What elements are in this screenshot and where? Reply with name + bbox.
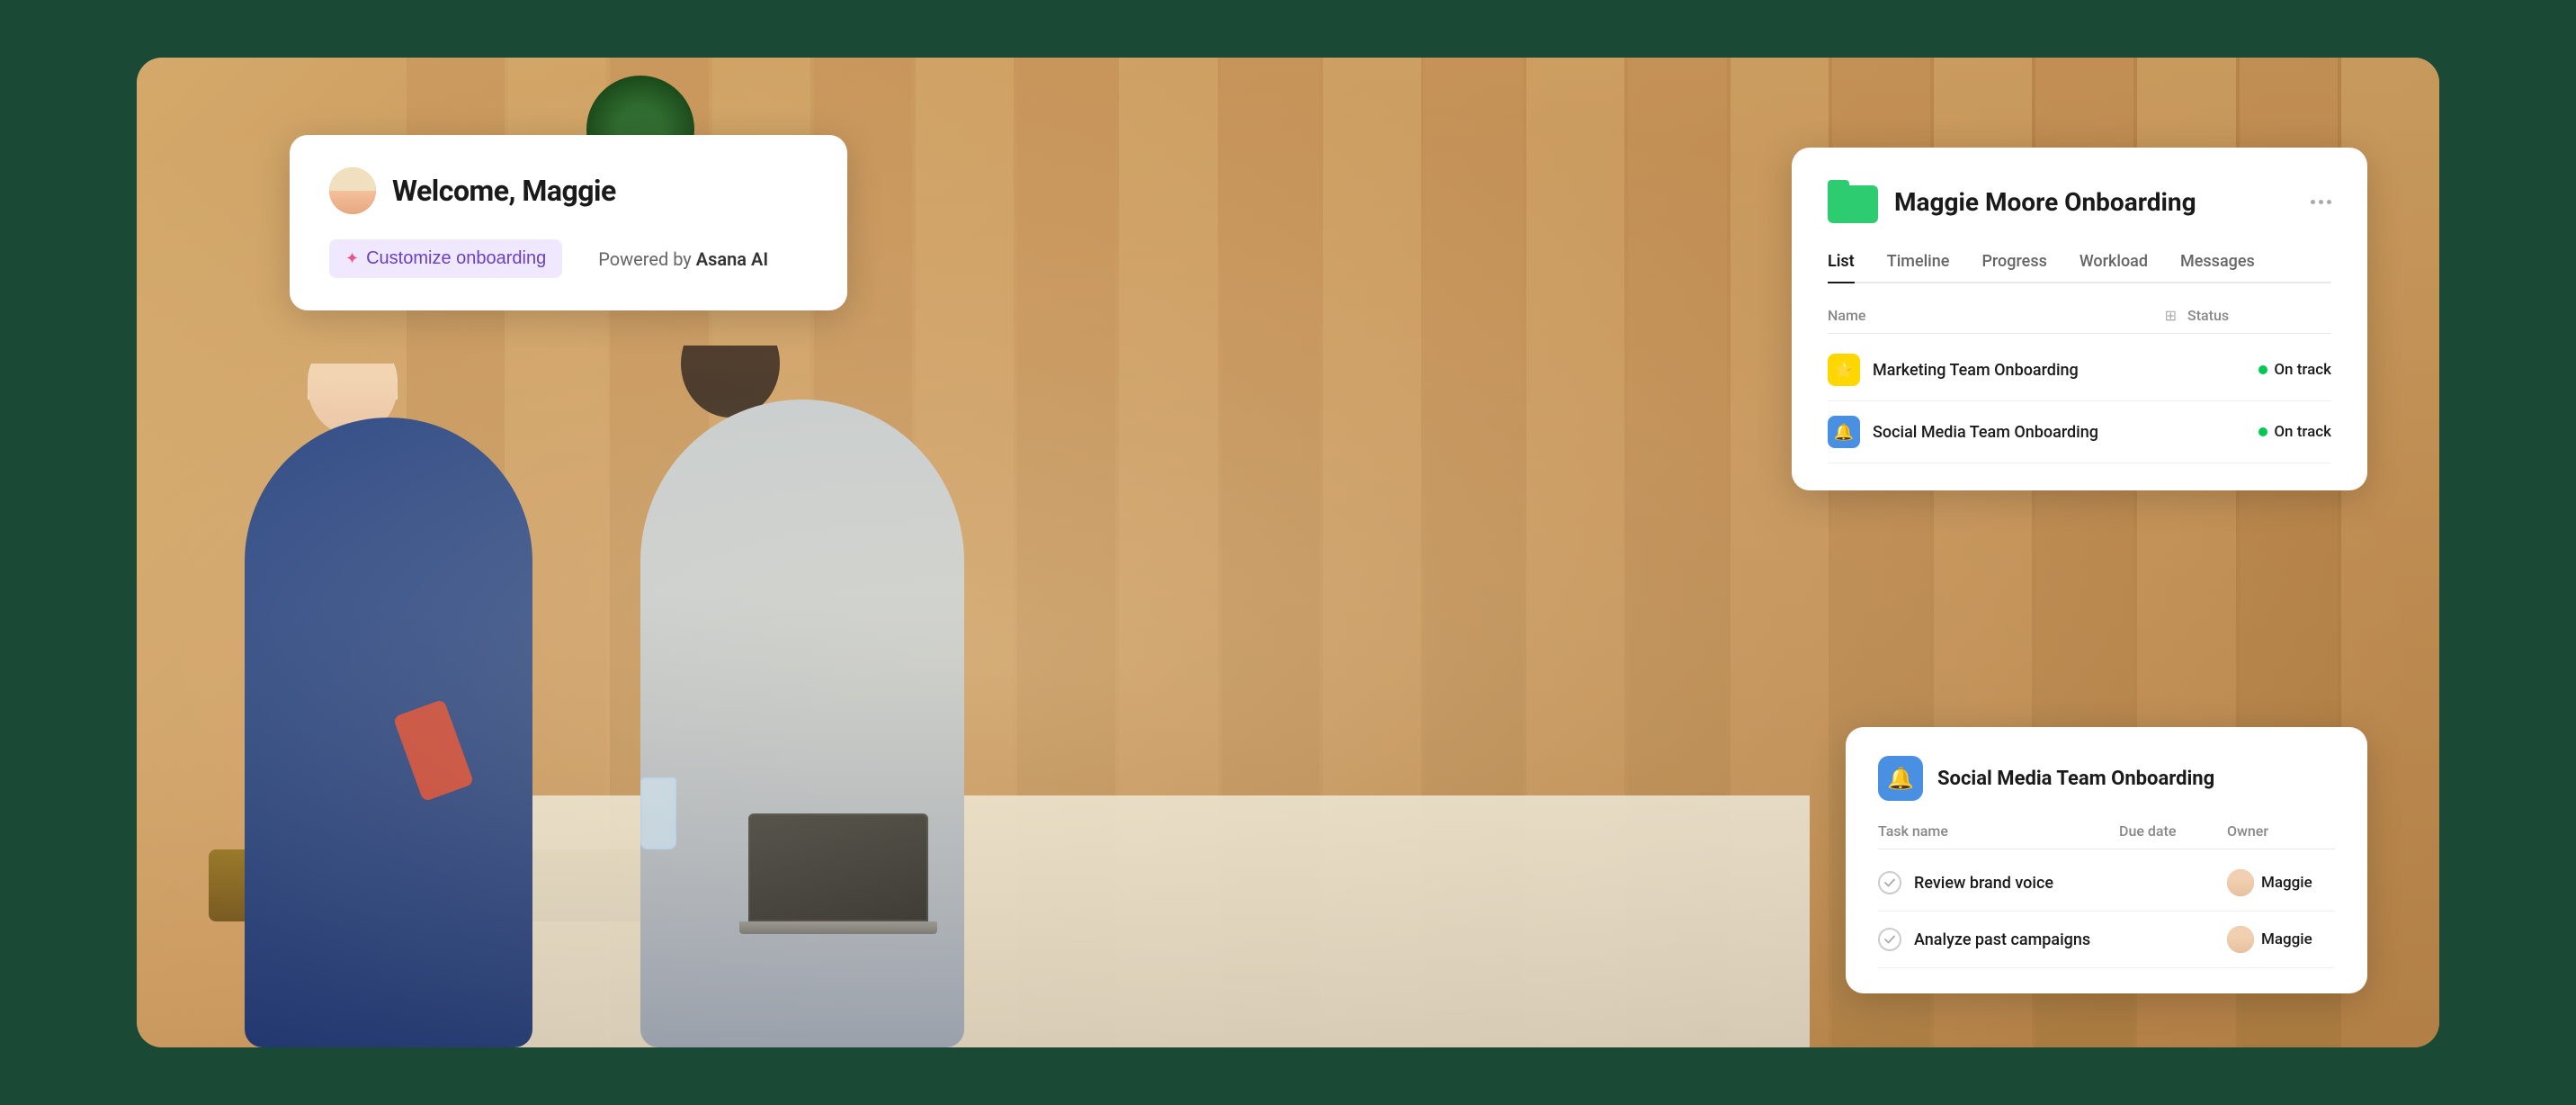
status-badge-on-track-2: On track (2258, 423, 2331, 441)
col-name-header: Name (1828, 307, 2165, 324)
task-row[interactable]: Analyze past campaigns Maggie (1878, 912, 2335, 968)
row-icon-marketing: ⭐ (1828, 354, 1860, 386)
task-name: Review brand voice (1914, 874, 2119, 893)
task-card-header: 🔔 Social Media Team Onboarding (1878, 756, 2335, 801)
sparkle-icon: ✦ (345, 249, 359, 268)
folder-body (1828, 185, 1878, 223)
glass-prop (640, 777, 676, 849)
task-check-icon[interactable] (1878, 871, 1901, 894)
row-label: Marketing Team Onboarding (1873, 361, 2258, 380)
welcome-card: Welcome, Maggie ✦ Customize onboarding P… (290, 135, 847, 310)
folder-icon (1828, 180, 1878, 223)
task-col-owner-header: Owner (2227, 822, 2335, 840)
owner-avatar (2227, 869, 2254, 896)
task-check-icon[interactable] (1878, 928, 1901, 951)
welcome-actions: ✦ Customize onboarding Powered by Asana … (329, 239, 808, 278)
avatar-face (329, 167, 376, 214)
tabs-row: List Timeline Progress Workload Messages (1828, 245, 2331, 283)
more-options-button[interactable] (2311, 200, 2331, 204)
onboarding-card-header: Maggie Moore Onboarding (1828, 180, 2331, 223)
customize-label: Customize onboarding (366, 248, 546, 269)
status-dot (2258, 427, 2267, 436)
avatar-hair (329, 167, 376, 191)
task-col-name-header: Task name (1878, 822, 2119, 840)
task-columns-header: Task name Due date Owner (1878, 822, 2335, 849)
tab-timeline[interactable]: Timeline (1871, 245, 1966, 282)
tab-list[interactable]: List (1828, 245, 1871, 282)
owner-name: Maggie (2261, 930, 2312, 948)
col-status-header: Status (2187, 307, 2331, 324)
row-label: Social Media Team Onboarding (1873, 423, 2258, 442)
task-card-icon: 🔔 (1878, 756, 1923, 801)
onboarding-card: Maggie Moore Onboarding List Timeline Pr… (1792, 148, 2367, 490)
main-container: Welcome, Maggie ✦ Customize onboarding P… (137, 58, 2439, 1047)
table-row[interactable]: ⭐ Marketing Team Onboarding On track (1828, 339, 2331, 401)
onboarding-title: Maggie Moore Onboarding (1894, 187, 2196, 217)
status-text: On track (2274, 423, 2331, 441)
dot (2319, 200, 2323, 204)
task-col-due-header: Due date (2119, 822, 2227, 840)
task-row[interactable]: Review brand voice Maggie (1878, 855, 2335, 912)
tab-messages[interactable]: Messages (2164, 245, 2271, 282)
person-left (209, 364, 586, 1047)
tab-workload[interactable]: Workload (2063, 245, 2164, 282)
row-icon-social: 🔔 (1828, 416, 1860, 448)
owner-avatar (2227, 926, 2254, 953)
table-header: Name ⊞ Status (1828, 301, 2331, 334)
tab-progress[interactable]: Progress (1965, 245, 2062, 282)
owner-name: Maggie (2261, 874, 2312, 892)
avatar (329, 167, 376, 214)
laptop-prop (748, 813, 928, 939)
dot (2311, 200, 2315, 204)
task-owner: Maggie (2227, 926, 2335, 953)
grid-icon: ⊞ (2165, 307, 2177, 324)
powered-by-label: Powered by Asana AI (598, 248, 768, 270)
status-badge-on-track: On track (2258, 361, 2331, 379)
task-card: 🔔 Social Media Team Onboarding Task name… (1846, 727, 2367, 993)
table-row[interactable]: 🔔 Social Media Team Onboarding On track (1828, 401, 2331, 463)
customize-onboarding-button[interactable]: ✦ Customize onboarding (329, 239, 562, 278)
welcome-header: Welcome, Maggie (329, 167, 808, 214)
person-right (568, 346, 1036, 1047)
welcome-title: Welcome, Maggie (392, 174, 616, 208)
task-name: Analyze past campaigns (1914, 930, 2119, 949)
status-dot (2258, 365, 2267, 374)
status-text: On track (2274, 361, 2331, 379)
task-owner: Maggie (2227, 869, 2335, 896)
task-card-title: Social Media Team Onboarding (1937, 768, 2214, 790)
dot (2327, 200, 2331, 204)
